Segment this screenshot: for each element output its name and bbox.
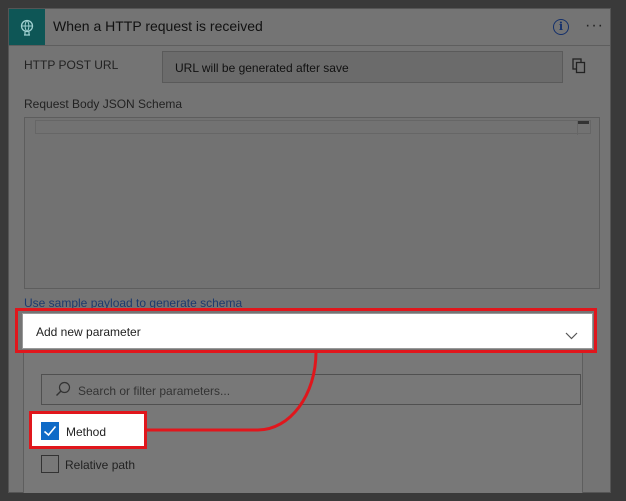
request-body-schema-label: Request Body JSON Schema [24, 97, 183, 111]
copy-icon[interactable] [572, 58, 586, 79]
add-new-parameter-dropdown[interactable]: Add new parameter [22, 313, 593, 349]
parameter-search-input[interactable]: Search or filter parameters... [41, 374, 581, 405]
search-placeholder: Search or filter parameters... [78, 384, 231, 398]
method-checkbox[interactable] [41, 422, 59, 440]
http-post-url-field: URL will be generated after save [162, 51, 563, 83]
search-icon [55, 381, 71, 402]
relative-path-checkbox[interactable] [41, 455, 59, 473]
schema-scrollbar[interactable] [577, 121, 590, 135]
http-request-trigger-icon [9, 9, 45, 45]
info-icon[interactable]: i [553, 19, 569, 35]
http-post-url-label: HTTP POST URL [24, 58, 119, 72]
request-body-schema-editor[interactable] [24, 117, 600, 289]
schema-editor-line [35, 120, 591, 135]
card-header[interactable]: When a HTTP request is received i ··· [9, 9, 610, 46]
add-new-parameter-label: Add new parameter [36, 325, 141, 339]
card-title: When a HTTP request is received [53, 18, 263, 34]
more-options-icon[interactable]: ··· [585, 17, 604, 35]
chevron-down-icon [565, 327, 578, 345]
relative-path-option-label: Relative path [65, 458, 136, 472]
method-option-label: Method [66, 425, 107, 439]
method-option[interactable]: Method [29, 411, 147, 449]
